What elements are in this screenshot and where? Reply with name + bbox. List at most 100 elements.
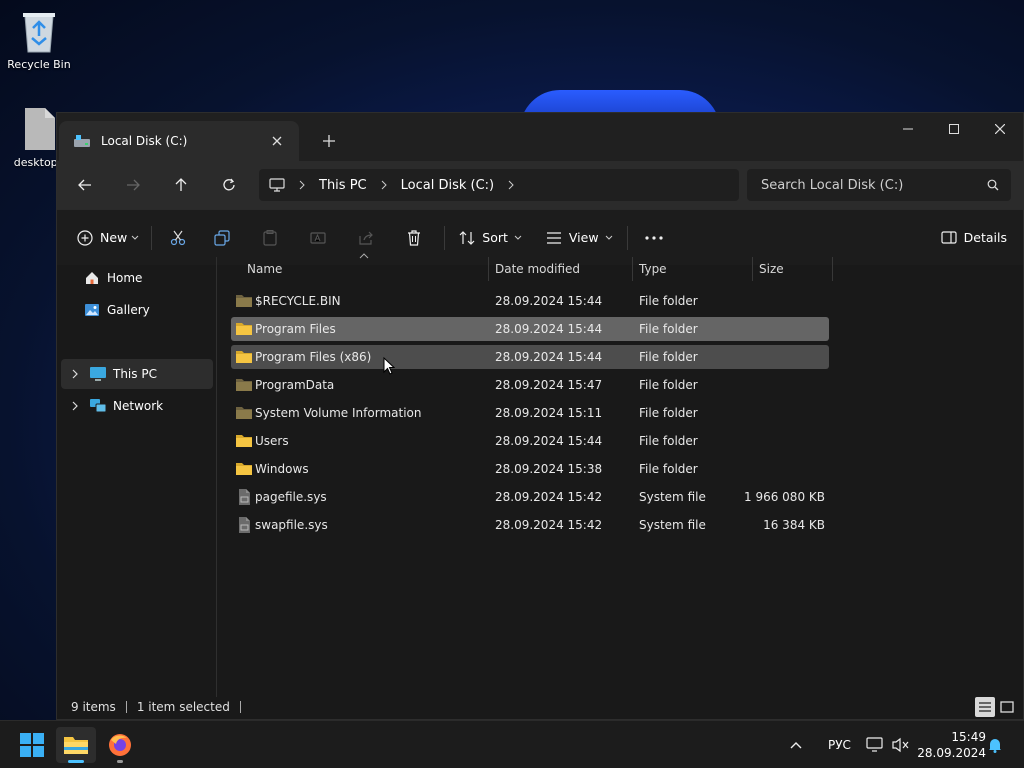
folder-icon (235, 292, 253, 310)
status-bar: 9 items 1 item selected (57, 695, 1023, 719)
column-name[interactable]: Name (241, 257, 489, 281)
bell-icon (989, 739, 1001, 753)
paste-button[interactable] (246, 222, 294, 254)
column-type[interactable]: Type (633, 257, 753, 281)
active-indicator (68, 760, 84, 763)
running-indicator (117, 760, 123, 763)
details-pane-icon (941, 231, 957, 244)
copy-button[interactable] (198, 222, 246, 254)
breadcrumb-this-pc[interactable]: This PC (319, 178, 367, 193)
file-type: File folder (639, 294, 698, 308)
file-row[interactable]: System Volume Information 28.09.2024 15:1… (231, 401, 829, 425)
sidebar-item-home[interactable]: Home (61, 263, 213, 293)
file-size: 1 966 080 KB (744, 490, 825, 504)
up-button[interactable] (163, 169, 199, 201)
close-window-button[interactable] (977, 113, 1023, 145)
file-row[interactable]: ProgramData 28.09.2024 15:47 File folder (231, 373, 829, 397)
taskbar: РУС 15:49 28.09.2024 (0, 720, 1024, 768)
sidebar-item-network[interactable]: Network (61, 391, 213, 421)
address-bar[interactable]: This PC Local Disk (C:) (259, 169, 739, 201)
new-label: New (100, 230, 128, 245)
folder-icon (235, 432, 253, 450)
content-area: Home Gallery This PC Network Name Date m… (57, 253, 1023, 719)
details-pane-button[interactable]: Details (941, 222, 1007, 254)
file-name: Users (255, 434, 289, 448)
sidebar-item-this-pc[interactable]: This PC (61, 359, 213, 389)
details-view-button[interactable] (975, 697, 995, 717)
folder-icon (235, 404, 253, 422)
chevron-right-icon[interactable] (67, 401, 83, 411)
file-explorer-window: Local Disk (C:) This PC Local Disk (C:) … (56, 112, 1024, 720)
tab-title: Local Disk (C:) (101, 134, 188, 148)
search-placeholder: Search Local Disk (C:) (761, 177, 904, 193)
file-type: File folder (639, 350, 698, 364)
delete-button[interactable] (390, 222, 438, 254)
forward-button[interactable] (115, 169, 151, 201)
chevron-down-icon (514, 235, 522, 240)
details-label: Details (963, 230, 1007, 245)
rename-icon (310, 231, 326, 244)
window-controls (885, 113, 1023, 145)
volume-button[interactable] (892, 721, 910, 768)
mouse-cursor-icon (383, 357, 395, 375)
notifications-button[interactable] (988, 721, 1002, 768)
sort-button[interactable]: Sort (459, 222, 522, 254)
chevron-down-icon (131, 235, 139, 240)
tiles-view-button[interactable] (997, 697, 1017, 717)
navigation-bar: This PC Local Disk (C:) Search Local Dis… (57, 161, 1023, 209)
clock[interactable]: 15:49 28.09.2024 (917, 729, 986, 761)
cut-button[interactable] (158, 222, 198, 254)
chevron-right-icon[interactable] (381, 180, 387, 190)
status-divider (239, 701, 241, 713)
show-hidden-icons-button[interactable] (790, 721, 802, 768)
selection-count: 1 item selected (136, 700, 230, 714)
column-date-modified[interactable]: Date modified (489, 257, 633, 281)
file-date-modified: 28.09.2024 15:44 (495, 434, 603, 448)
file-row[interactable]: $RECYCLE.BIN 28.09.2024 15:44 File folder (231, 289, 829, 313)
toolbar-divider (444, 225, 446, 250)
file-row[interactable]: pagefile.sys 28.09.2024 15:42 System file 1… (231, 485, 829, 509)
new-button[interactable]: New (77, 222, 139, 254)
search-input[interactable]: Search Local Disk (C:) (747, 169, 1011, 201)
chevron-right-icon[interactable] (508, 180, 514, 190)
toolbar-divider (151, 225, 153, 250)
tab-local-disk[interactable]: Local Disk (C:) (59, 121, 299, 161)
folder-icon (235, 460, 253, 478)
rename-button[interactable] (294, 222, 342, 254)
system-file-icon (235, 488, 253, 506)
breadcrumb-local-disk[interactable]: Local Disk (C:) (401, 178, 494, 193)
new-tab-button[interactable] (315, 127, 343, 155)
recycle-bin-icon (23, 13, 55, 53)
view-button[interactable]: View (546, 222, 613, 254)
close-tab-button[interactable] (265, 129, 289, 153)
file-row[interactable]: Users 28.09.2024 15:44 File folder (231, 429, 829, 453)
desktop-icon-recycle-bin[interactable]: Recycle Bin (1, 8, 77, 71)
taskbar-firefox[interactable] (100, 727, 140, 763)
network-status-button[interactable] (866, 721, 884, 768)
file-row[interactable]: swapfile.sys 28.09.2024 15:42 System file 1… (231, 513, 829, 537)
file-name: pagefile.sys (255, 490, 327, 504)
file-row[interactable]: Program Files (x86) 28.09.2024 15:44 File … (231, 345, 829, 369)
file-row[interactable]: Program Files 28.09.2024 15:44 File folder (231, 317, 829, 341)
windows-logo-icon (20, 733, 44, 757)
file-row[interactable]: Windows 28.09.2024 15:38 File folder (231, 457, 829, 481)
input-language[interactable]: РУС (828, 721, 851, 768)
taskbar-file-explorer[interactable] (56, 727, 96, 763)
file-type: System file (639, 518, 706, 532)
title-bar: Local Disk (C:) (57, 113, 1023, 161)
sidebar-item-gallery[interactable]: Gallery (61, 295, 213, 325)
file-name: swapfile.sys (255, 518, 328, 532)
file-date-modified: 28.09.2024 15:47 (495, 378, 603, 392)
minimize-button[interactable] (885, 113, 931, 145)
column-size[interactable]: Size (753, 257, 833, 281)
chevron-right-icon[interactable] (67, 369, 83, 379)
refresh-button[interactable] (211, 169, 247, 201)
start-button[interactable] (12, 727, 52, 763)
more-options-button[interactable] (634, 222, 674, 254)
file-type: File folder (639, 462, 698, 476)
sort-icon (459, 230, 475, 245)
back-button[interactable] (67, 169, 103, 201)
maximize-button[interactable] (931, 113, 977, 145)
share-button[interactable] (342, 222, 390, 254)
details-view-icon (979, 702, 991, 712)
